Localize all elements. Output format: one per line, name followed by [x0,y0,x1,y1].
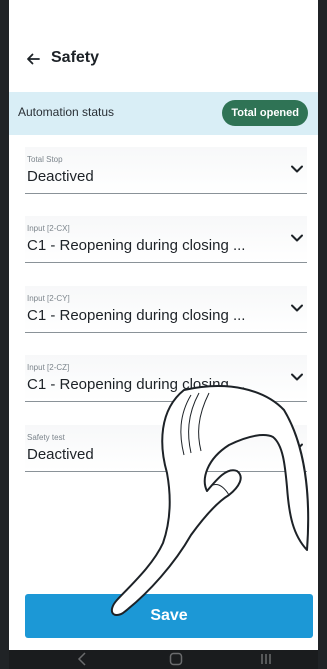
header: Safety [9,0,318,92]
save-button[interactable]: Save [25,594,313,638]
safety-test-select[interactable]: Safety test Deactived [25,425,307,472]
field-label: Safety test [27,433,65,442]
field-label: Total Stop [27,155,63,164]
input-2-cx-select[interactable]: Input [2-CX] C1 - Reopening during closi… [25,216,307,263]
arrow-left-icon [27,53,40,65]
field-value: C1 - Reopening during closing ... [27,237,246,254]
chevron-down-icon [291,304,303,312]
total-stop-select[interactable]: Total Stop Deactived [25,147,307,194]
chevron-down-icon [291,373,303,381]
input-2-cz-select[interactable]: Input [2-CZ] C1 - Reopening during closi… [25,355,307,402]
chevron-down-icon [291,443,303,451]
app-screen: Safety Automation status Total opened To… [9,0,318,669]
input-2-cy-select[interactable]: Input [2-CY] C1 - Reopening during closi… [25,286,307,333]
automation-status-label: Automation status [18,105,115,119]
chevron-down-icon [291,165,303,173]
pointing-hand-icon [110,385,310,617]
field-value: Deactived [27,446,94,463]
recents-icon[interactable] [259,652,273,666]
page-title: Safety [51,49,100,66]
back-gesture-icon[interactable] [77,652,87,666]
automation-status-bar: Automation status Total opened [9,92,318,135]
field-label: Input [2-CX] [27,224,70,233]
save-button-label: Save [150,607,188,624]
field-label: Input [2-CY] [27,294,70,303]
field-label: Input [2-CZ] [27,363,70,372]
system-nav-bar [9,650,318,669]
field-value: Deactived [27,168,94,185]
home-icon[interactable] [169,652,183,666]
field-value: C1 - Reopening during closing ... [27,307,246,324]
back-button[interactable] [23,48,43,70]
field-value: C1 - Reopening during closing ... [27,376,246,393]
chevron-down-icon [291,234,303,242]
status-badge: Total opened [222,100,308,126]
